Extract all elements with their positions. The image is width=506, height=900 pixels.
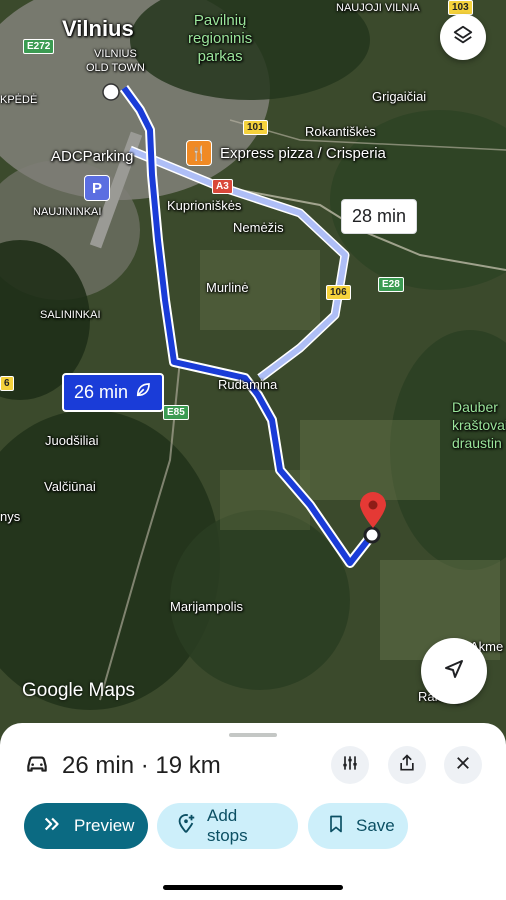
add-location-icon: [175, 813, 197, 840]
navigate-arrow-icon: [442, 657, 466, 686]
road-shield-e85: E85: [163, 405, 189, 420]
directions-sheet: 26 min · 19 km Preview Add stops Save: [0, 723, 506, 900]
place-label-nemezis: Nemėžis: [233, 220, 284, 235]
main-route-eta[interactable]: 26 min: [62, 373, 165, 412]
road-shield-a3: A3: [212, 179, 233, 194]
road-shield-101: 101: [243, 120, 268, 135]
poi-label-express-pizza[interactable]: Express pizza / Crisperia: [220, 145, 386, 162]
close-button[interactable]: [444, 746, 482, 784]
place-label-naujininkai: NAUJININKAI: [33, 206, 102, 218]
road-shield-e28: E28: [378, 277, 404, 292]
place-label-vilnius: Vilnius: [62, 16, 134, 41]
road-shield-106: 106: [326, 285, 351, 300]
share-button[interactable]: [388, 746, 426, 784]
car-icon: [24, 750, 50, 781]
road-shield-103: 103: [448, 0, 473, 15]
sheet-drag-handle[interactable]: [229, 733, 277, 737]
preview-label: Preview: [74, 816, 135, 835]
preview-button[interactable]: Preview: [24, 803, 148, 849]
google-maps-logo: Google Maps: [22, 680, 136, 701]
recenter-button[interactable]: [421, 638, 487, 704]
road-shield-6: 6: [0, 376, 14, 391]
place-label-rudamina: Rudamina: [218, 377, 278, 392]
road-shield-e272: E272: [23, 39, 55, 54]
add-stops-button[interactable]: Add stops: [157, 803, 298, 849]
place-label-kpede: KPĖDĖ: [0, 94, 38, 106]
place-label-naujoji-vilnia: NAUJOJI VILNIA: [336, 2, 420, 14]
place-label-dauber: Dauber kraštovaiz draustin: [452, 399, 506, 451]
main-route-eta-label: 26 min: [74, 382, 129, 402]
layers-icon: [452, 24, 474, 51]
parking-icon[interactable]: P: [84, 175, 110, 201]
place-label-salininkai: SALININKAI: [40, 309, 101, 321]
place-label-pavilniu-park: Pavilnių regioninis parkas: [188, 12, 253, 65]
save-label: Save: [356, 816, 395, 835]
map-view[interactable]: Vilnius VILNIUS OLD TOWN Pavilnių region…: [0, 0, 506, 740]
add-stops-label: Add stops: [207, 806, 248, 845]
save-button[interactable]: Save: [308, 803, 408, 849]
satellite-terrain: [0, 0, 506, 740]
place-label-kuprioniskes: Kuprioniškės: [167, 198, 242, 213]
alt-route-eta[interactable]: 28 min: [341, 199, 418, 234]
route-summary: 26 min · 19 km: [24, 750, 221, 781]
place-label-rokantiskes: Rokantiškės: [305, 124, 376, 139]
place-label-valciunai: Valčiūnai: [44, 479, 96, 494]
place-label-grigaiciai: Grigaičiai: [372, 89, 427, 104]
share-icon: [397, 753, 417, 778]
place-label-nys: nys: [0, 509, 21, 524]
place-label-juodsiliai: Juodšiliai: [45, 433, 99, 448]
home-indicator: [163, 885, 343, 890]
bookmark-icon: [326, 814, 346, 839]
place-label-murline: Murlinė: [206, 280, 249, 295]
route-options-button[interactable]: [331, 746, 369, 784]
route-options-icon: [340, 753, 360, 778]
fast-forward-icon: [42, 813, 64, 840]
close-icon: [454, 754, 472, 777]
restaurant-icon[interactable]: 🍴: [186, 140, 212, 166]
place-label-old-town: VILNIUS OLD TOWN: [86, 48, 145, 74]
alt-route-eta-label: 28 min: [352, 206, 407, 226]
poi-label-adc-parking[interactable]: ADCParking: [51, 148, 134, 165]
route-summary-text: 26 min · 19 km: [62, 751, 221, 779]
leaf-icon: [134, 381, 152, 404]
layers-button[interactable]: [440, 14, 486, 60]
origin-marker[interactable]: [102, 83, 120, 101]
place-label-marijampolis: Marijampolis: [170, 599, 243, 614]
